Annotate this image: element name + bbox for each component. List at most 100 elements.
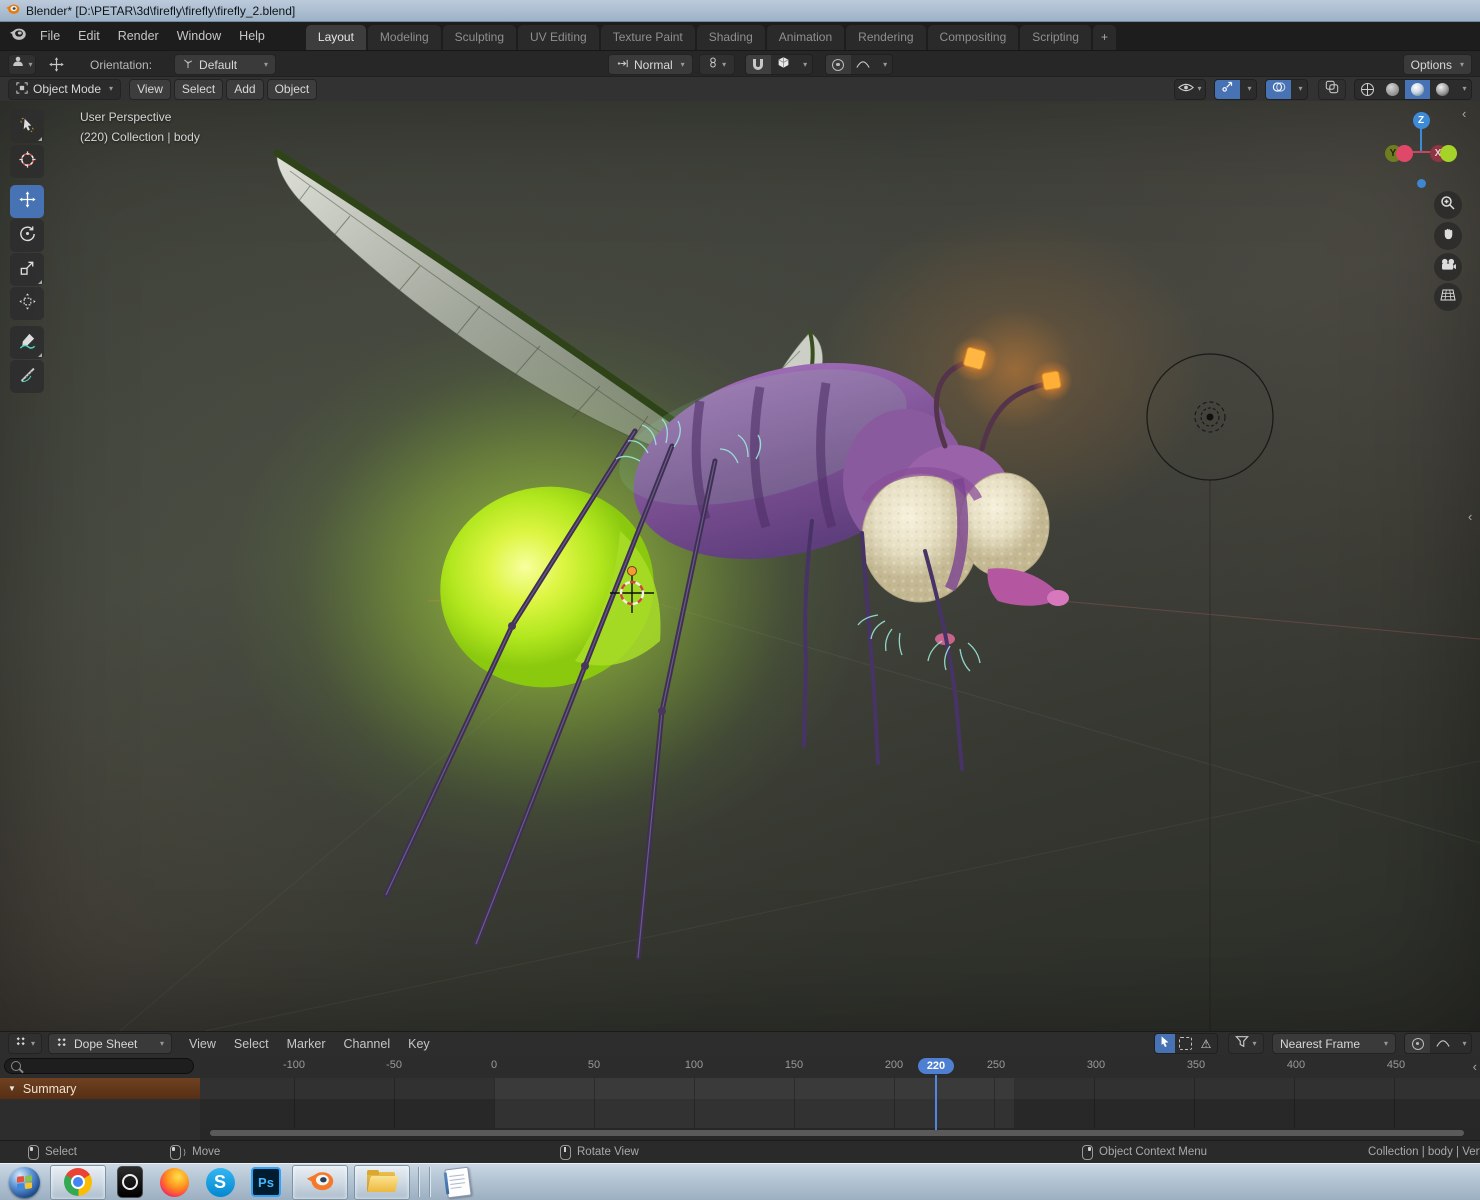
taskbar-blender-button[interactable] (292, 1164, 348, 1200)
overlays-dropdown[interactable]: ▾ (1291, 80, 1307, 99)
tab-shading[interactable]: Shading (696, 25, 765, 50)
tool-measure[interactable] (10, 360, 44, 393)
shading-dropdown[interactable]: ▾ (1455, 80, 1471, 99)
dope-falloff-chevron[interactable]: ▾ (1455, 1034, 1471, 1053)
viewport-ortho-button[interactable] (1434, 283, 1462, 311)
overlays-toggle[interactable] (1266, 79, 1291, 99)
visibility-dropdown[interactable]: ▾ (1175, 80, 1205, 99)
viewport-zoom-button[interactable] (1434, 191, 1462, 219)
menu-help[interactable]: Help (230, 26, 274, 46)
dope-menu-select[interactable]: Select (225, 1034, 278, 1054)
gizmo-axis-y-pos[interactable] (1439, 144, 1457, 162)
channel-search-input[interactable] (4, 1058, 194, 1074)
xray-toggle[interactable] (1318, 78, 1346, 100)
dope-menu-channel[interactable]: Channel (335, 1034, 400, 1054)
dope-only-errors-toggle[interactable]: ⚠ (1195, 1034, 1217, 1053)
taskbar-firefox-button[interactable] (154, 1166, 194, 1199)
taskbar-photoshop-button[interactable]: Ps (246, 1166, 286, 1199)
tool-annotate[interactable] (10, 326, 44, 359)
playhead-line[interactable] (935, 1075, 937, 1133)
tab-layout[interactable]: Layout (305, 25, 366, 50)
summary-channel-row[interactable]: ▼ Summary (0, 1078, 200, 1099)
pivot-dropdown-chevron[interactable]: ▾ (796, 55, 812, 74)
mode-dropdown[interactable]: Object Mode ▾ (8, 78, 122, 100)
dope-menu-marker[interactable]: Marker (278, 1034, 335, 1054)
dope-falloff-dropdown[interactable] (1430, 1034, 1455, 1053)
shading-rendered-button[interactable] (1430, 80, 1455, 99)
taskbar-chrome-button[interactable] (50, 1164, 106, 1200)
rendered-sphere-icon (1436, 82, 1449, 96)
current-frame-badge[interactable]: 220 (918, 1058, 954, 1074)
taskbar-media-player-button[interactable] (112, 1166, 148, 1199)
dope-timeline-area[interactable]: -100 -50 0 50 100 150 200 250 300 350 40… (200, 1055, 1480, 1140)
tab-compositing[interactable]: Compositing (927, 25, 1019, 50)
editor-type-dropdown[interactable]: ▾ (8, 54, 36, 75)
tool-move[interactable] (10, 185, 44, 218)
taskbar-notepad-button[interactable] (438, 1166, 478, 1199)
shading-wireframe-button[interactable] (1355, 80, 1380, 99)
dope-marquee-toggle[interactable] (1175, 1034, 1195, 1053)
falloff-dropdown-chevron[interactable]: ▾ (876, 55, 892, 74)
gizmo-toggle[interactable] (1215, 79, 1240, 99)
pivot-cube-button[interactable] (771, 55, 796, 74)
gizmo-axis-x-pos[interactable] (1395, 144, 1413, 162)
tool-cursor[interactable] (10, 145, 44, 178)
menu-render[interactable]: Render (109, 26, 168, 46)
tab-uv-editing[interactable]: UV Editing (518, 25, 599, 50)
options-dropdown[interactable]: Options ▾ (1402, 54, 1472, 75)
3d-viewport[interactable]: User Perspective (220) Collection | body… (0, 101, 1480, 1031)
window-titlebar[interactable]: Blender* [D:\PETAR\3d\firefly\firefly\fi… (0, 0, 1480, 22)
dope-editor-type-dropdown[interactable]: ▾ (8, 1033, 42, 1054)
navigation-gizmo[interactable]: Z Y X (1376, 107, 1472, 197)
menu-view[interactable]: View (129, 78, 171, 100)
dope-select-toggle[interactable] (1155, 1034, 1175, 1053)
gizmo-axis-z[interactable]: Z (1412, 111, 1430, 129)
timeline-horizontal-scrollbar[interactable] (210, 1130, 1464, 1136)
gizmo-minus-z-dot[interactable] (1417, 179, 1426, 188)
start-button[interactable] (4, 1165, 44, 1199)
add-workspace-button[interactable]: + (1092, 25, 1116, 50)
blender-app-icon[interactable] (8, 26, 27, 46)
shading-solid-button[interactable] (1380, 80, 1405, 99)
taskbar-explorer-button[interactable] (354, 1164, 410, 1200)
collapse-ruler-arrow[interactable]: ‹ (1473, 1059, 1477, 1074)
tab-modeling[interactable]: Modeling (367, 25, 441, 50)
tab-texture-paint[interactable]: Texture Paint (600, 25, 695, 50)
dope-menu-key[interactable]: Key (399, 1034, 439, 1054)
snap-magnet-toggle[interactable] (745, 55, 771, 74)
dope-snap-dropdown[interactable]: Nearest Frame ▾ (1272, 1033, 1396, 1054)
menu-object[interactable]: Object (266, 78, 318, 100)
collapse-sidebar-arrow[interactable]: ‹ (1468, 509, 1472, 524)
snap-pivot-dropdown[interactable]: ▾ (698, 54, 735, 75)
dope-menu-view[interactable]: View (180, 1034, 225, 1054)
taskbar-skype-button[interactable]: S (200, 1166, 240, 1199)
collapse-region-arrow[interactable]: ‹ (1462, 106, 1466, 121)
menu-window[interactable]: Window (168, 26, 230, 46)
dope-filter-dropdown[interactable]: ▾ (1228, 1033, 1264, 1054)
proportional-editing-toggle[interactable] (825, 55, 851, 74)
shading-material-button[interactable] (1405, 79, 1430, 99)
menu-file[interactable]: File (31, 26, 69, 46)
gizmo-dropdown[interactable]: ▾ (1240, 80, 1256, 99)
tool-transform[interactable] (10, 287, 44, 320)
tab-scripting[interactable]: Scripting (1020, 25, 1091, 50)
timeline-ruler[interactable]: -100 -50 0 50 100 150 200 250 300 350 40… (200, 1055, 1480, 1079)
dope-mode-dropdown[interactable]: Dope Sheet ▾ (48, 1033, 172, 1054)
tool-scale[interactable] (10, 253, 44, 286)
tab-sculpting[interactable]: Sculpting (442, 25, 516, 50)
tool-rotate[interactable] (10, 219, 44, 252)
menu-select[interactable]: Select (173, 78, 224, 100)
viewport-pan-button[interactable] (1434, 222, 1462, 250)
menu-add[interactable]: Add (226, 78, 264, 100)
snap-to-dropdown[interactable]: Normal ▾ (608, 54, 693, 75)
tool-select[interactable] (10, 110, 44, 143)
tab-animation[interactable]: Animation (766, 25, 845, 50)
falloff-dropdown[interactable] (851, 55, 876, 74)
transform-orientation-dropdown[interactable]: Default ▾ (174, 54, 277, 75)
tab-rendering[interactable]: Rendering (846, 25, 926, 50)
viewport-camera-button[interactable] (1434, 253, 1462, 281)
media-player-icon (117, 1166, 143, 1198)
menu-edit[interactable]: Edit (69, 26, 109, 46)
timeline-rows[interactable] (200, 1078, 1480, 1128)
dope-proportional-toggle[interactable] (1405, 1034, 1430, 1053)
